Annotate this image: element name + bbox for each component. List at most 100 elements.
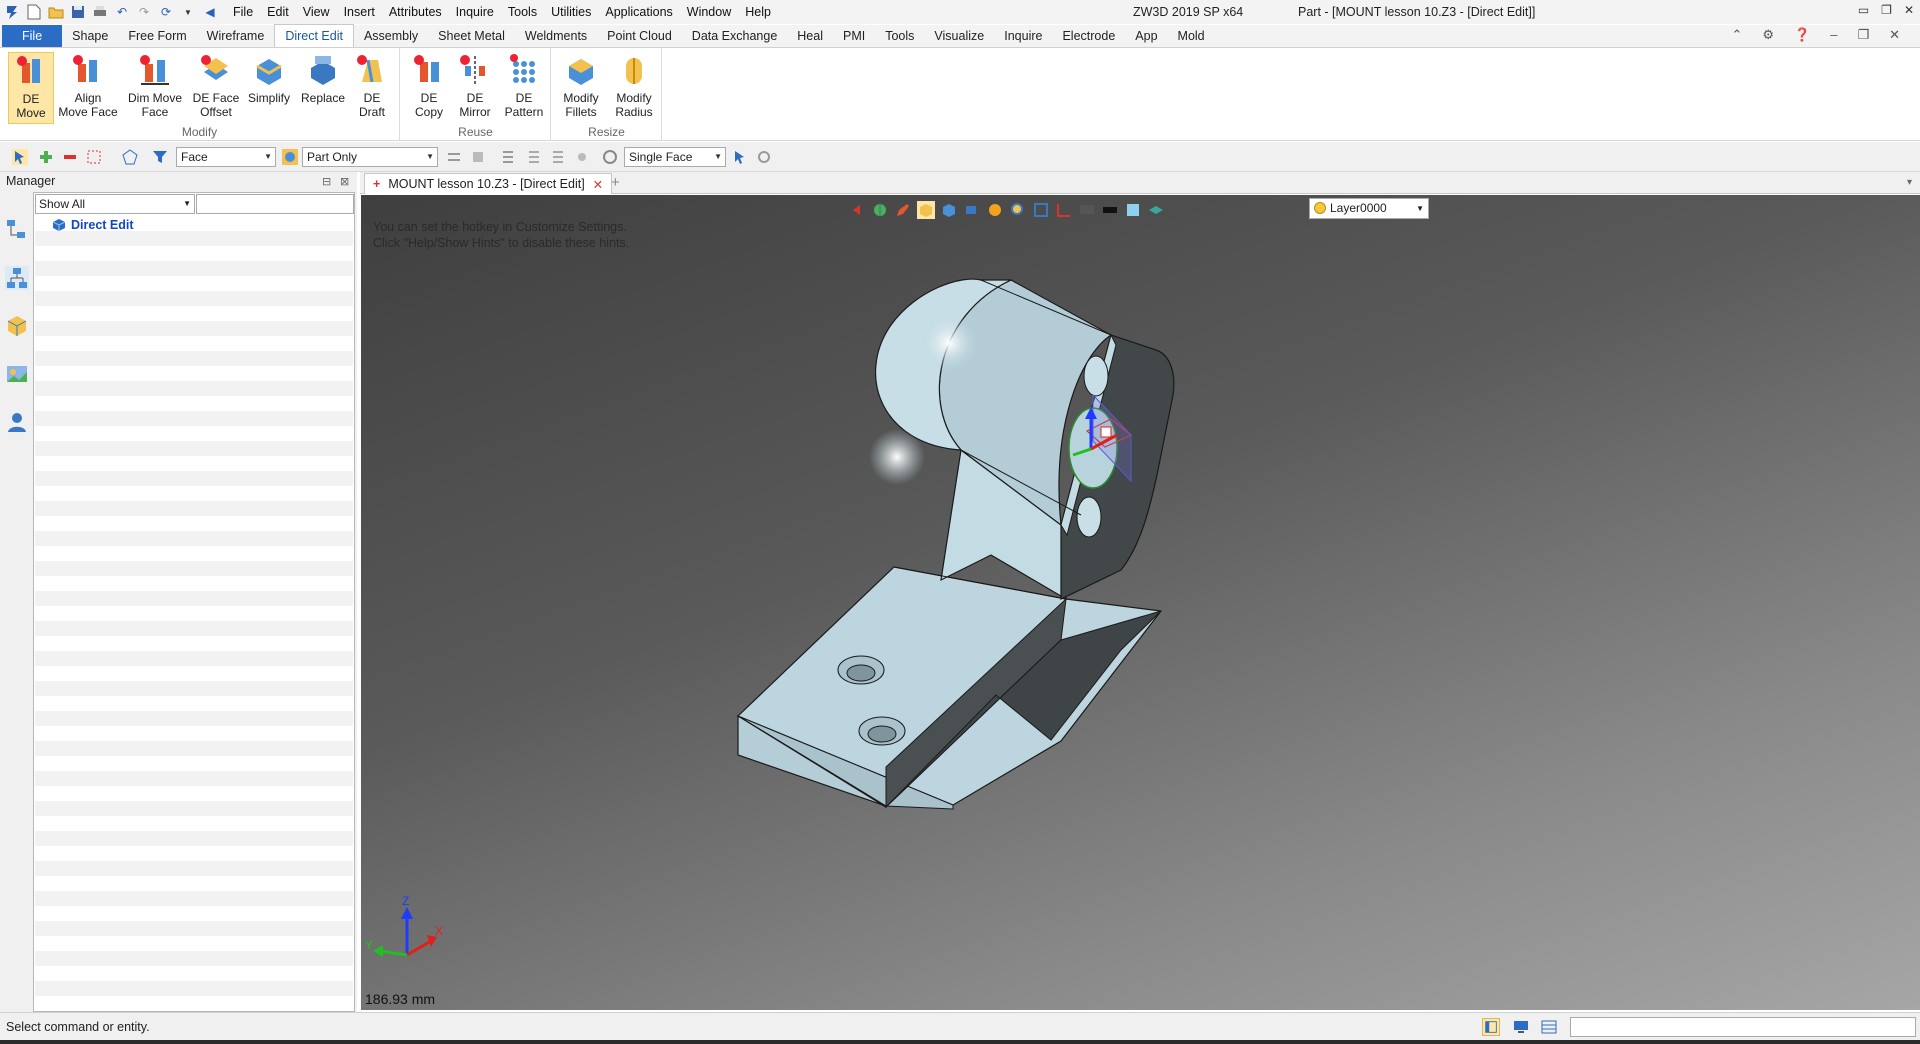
menu-utilities[interactable]: Utilities: [544, 0, 598, 24]
background-color-icon[interactable]: [1101, 201, 1119, 219]
settings-gear-icon[interactable]: ⚙: [1762, 27, 1774, 43]
tab-heal[interactable]: Heal: [787, 25, 833, 47]
settings-small-icon[interactable]: [756, 149, 772, 165]
tab-point-cloud[interactable]: Point Cloud: [597, 25, 682, 47]
manager-toggle-icon[interactable]: [1482, 1018, 1500, 1036]
display-icon[interactable]: [1078, 201, 1096, 219]
dropdown-icon[interactable]: ▼: [180, 4, 196, 20]
new-tab-icon[interactable]: +: [611, 174, 620, 191]
simplify-button[interactable]: Simplify: [245, 52, 293, 105]
minimize-icon[interactable]: ▭: [1858, 3, 1869, 17]
tab-data-exchange[interactable]: Data Exchange: [682, 25, 787, 47]
tree-item-direct-edit[interactable]: Direct Edit: [52, 218, 134, 232]
tab-app[interactable]: App: [1125, 25, 1167, 47]
stack-tool-icon[interactable]: [500, 149, 516, 165]
face-color-icon[interactable]: [1124, 201, 1142, 219]
app-logo-icon[interactable]: [4, 4, 20, 20]
tab-visualize[interactable]: Visualize: [924, 25, 994, 47]
layer-dropdown[interactable]: Layer0000 ▼: [1309, 198, 1429, 219]
tab-sheet-metal[interactable]: Sheet Metal: [428, 25, 515, 47]
menu-tools[interactable]: Tools: [501, 0, 544, 24]
pick-arrow-icon[interactable]: [12, 149, 28, 165]
navigate-icon[interactable]: [871, 201, 889, 219]
repeat-icon[interactable]: ⟳: [158, 4, 174, 20]
shaded-view-icon[interactable]: [917, 201, 935, 219]
child-close-icon[interactable]: ✕: [1889, 27, 1900, 43]
menu-applications[interactable]: Applications: [598, 0, 679, 24]
add-icon[interactable]: [38, 149, 54, 165]
de-pattern-button[interactable]: DE Pattern: [501, 52, 547, 119]
distribute-tool-icon[interactable]: [470, 149, 486, 165]
new-file-icon[interactable]: [26, 4, 42, 20]
modify-radius-button[interactable]: Modify Radius: [610, 52, 658, 119]
collapse-ribbon-icon[interactable]: ⌃: [1731, 27, 1742, 43]
flange-hole-bottom[interactable]: [1076, 496, 1102, 538]
assembly-tree-icon[interactable]: [5, 266, 29, 290]
tab-mold[interactable]: Mold: [1168, 25, 1215, 47]
de-draft-button[interactable]: DE Draft: [352, 52, 392, 119]
visual-manager-icon[interactable]: [5, 362, 29, 386]
panel-close-icon[interactable]: ⊠: [340, 175, 349, 188]
close-icon[interactable]: ✕: [1904, 3, 1914, 17]
modify-fillets-button[interactable]: Modify Fillets: [556, 52, 606, 119]
document-tab[interactable]: + MOUNT lesson 10.Z3 - [Direct Edit] ✕: [364, 173, 613, 194]
list-view-icon[interactable]: [1540, 1018, 1558, 1036]
back-icon[interactable]: [848, 201, 866, 219]
panel-float-icon[interactable]: ⊟: [322, 175, 331, 188]
pick-mode-dropdown[interactable]: Single Face ▼: [624, 147, 726, 167]
pick-mode-icon[interactable]: [602, 149, 618, 165]
menu-insert[interactable]: Insert: [337, 0, 382, 24]
de-move-button[interactable]: DE Move: [8, 52, 54, 124]
history-tree-icon[interactable]: [5, 218, 29, 242]
tab-free-form[interactable]: Free Form: [118, 25, 196, 47]
flange-hole-top[interactable]: [1083, 355, 1109, 397]
pin-tool-icon[interactable]: [574, 149, 590, 165]
tab-assembly[interactable]: Assembly: [354, 25, 428, 47]
scope-icon[interactable]: [282, 149, 298, 165]
menu-inquire[interactable]: Inquire: [449, 0, 501, 24]
zoom-icon[interactable]: [1009, 201, 1027, 219]
layer-manager-icon[interactable]: [1147, 201, 1165, 219]
print-icon[interactable]: [92, 4, 108, 20]
tab-list-icon[interactable]: ▾: [1907, 177, 1912, 188]
stack-tool-3-icon[interactable]: [550, 149, 566, 165]
tab-shape[interactable]: Shape: [62, 25, 118, 47]
cube-view-icon[interactable]: [940, 201, 958, 219]
show-filter-dropdown[interactable]: Show All ▼: [35, 194, 195, 214]
tab-pmi[interactable]: PMI: [833, 25, 875, 47]
tab-inquire[interactable]: Inquire: [994, 25, 1052, 47]
de-copy-button[interactable]: DE Copy: [409, 52, 449, 119]
command-input[interactable]: [1570, 1017, 1916, 1037]
filter-icon[interactable]: [152, 149, 168, 165]
tree-search-input[interactable]: [196, 194, 354, 214]
pencil-icon[interactable]: [894, 201, 912, 219]
tab-weldments[interactable]: Weldments: [515, 25, 597, 47]
filter-dropdown[interactable]: Face ▼: [176, 147, 276, 167]
tab-direct-edit[interactable]: Direct Edit: [274, 24, 354, 47]
section-icon[interactable]: [1055, 201, 1073, 219]
help-icon[interactable]: ❓: [1794, 27, 1810, 43]
restore-icon[interactable]: ❐: [1881, 3, 1892, 17]
fit-view-icon[interactable]: [1032, 201, 1050, 219]
part-model[interactable]: [361, 195, 1920, 1010]
save-icon[interactable]: [70, 4, 86, 20]
standard-views-icon[interactable]: [963, 201, 981, 219]
tab-wireframe[interactable]: Wireframe: [197, 25, 275, 47]
menu-attributes[interactable]: Attributes: [382, 0, 449, 24]
shape-select-icon[interactable]: [122, 149, 138, 165]
box-select-icon[interactable]: [86, 149, 102, 165]
stack-tool-2-icon[interactable]: [526, 149, 542, 165]
back-arrow-icon[interactable]: ◀: [202, 4, 218, 20]
de-face-offset-button[interactable]: DE Face Offset: [190, 52, 242, 119]
menu-edit[interactable]: Edit: [260, 0, 296, 24]
cursor-pick-icon[interactable]: [732, 149, 748, 165]
close-tab-icon[interactable]: ✕: [593, 177, 603, 192]
part-library-icon[interactable]: [5, 314, 29, 338]
child-restore-icon[interactable]: ❐: [1857, 27, 1869, 43]
menu-help[interactable]: Help: [738, 0, 778, 24]
graphics-viewport[interactable]: You can set the hotkey in Customize Sett…: [361, 195, 1920, 1010]
menu-window[interactable]: Window: [680, 0, 738, 24]
child-minimize-icon[interactable]: –: [1830, 27, 1837, 43]
menu-view[interactable]: View: [296, 0, 337, 24]
render-icon[interactable]: [986, 201, 1004, 219]
